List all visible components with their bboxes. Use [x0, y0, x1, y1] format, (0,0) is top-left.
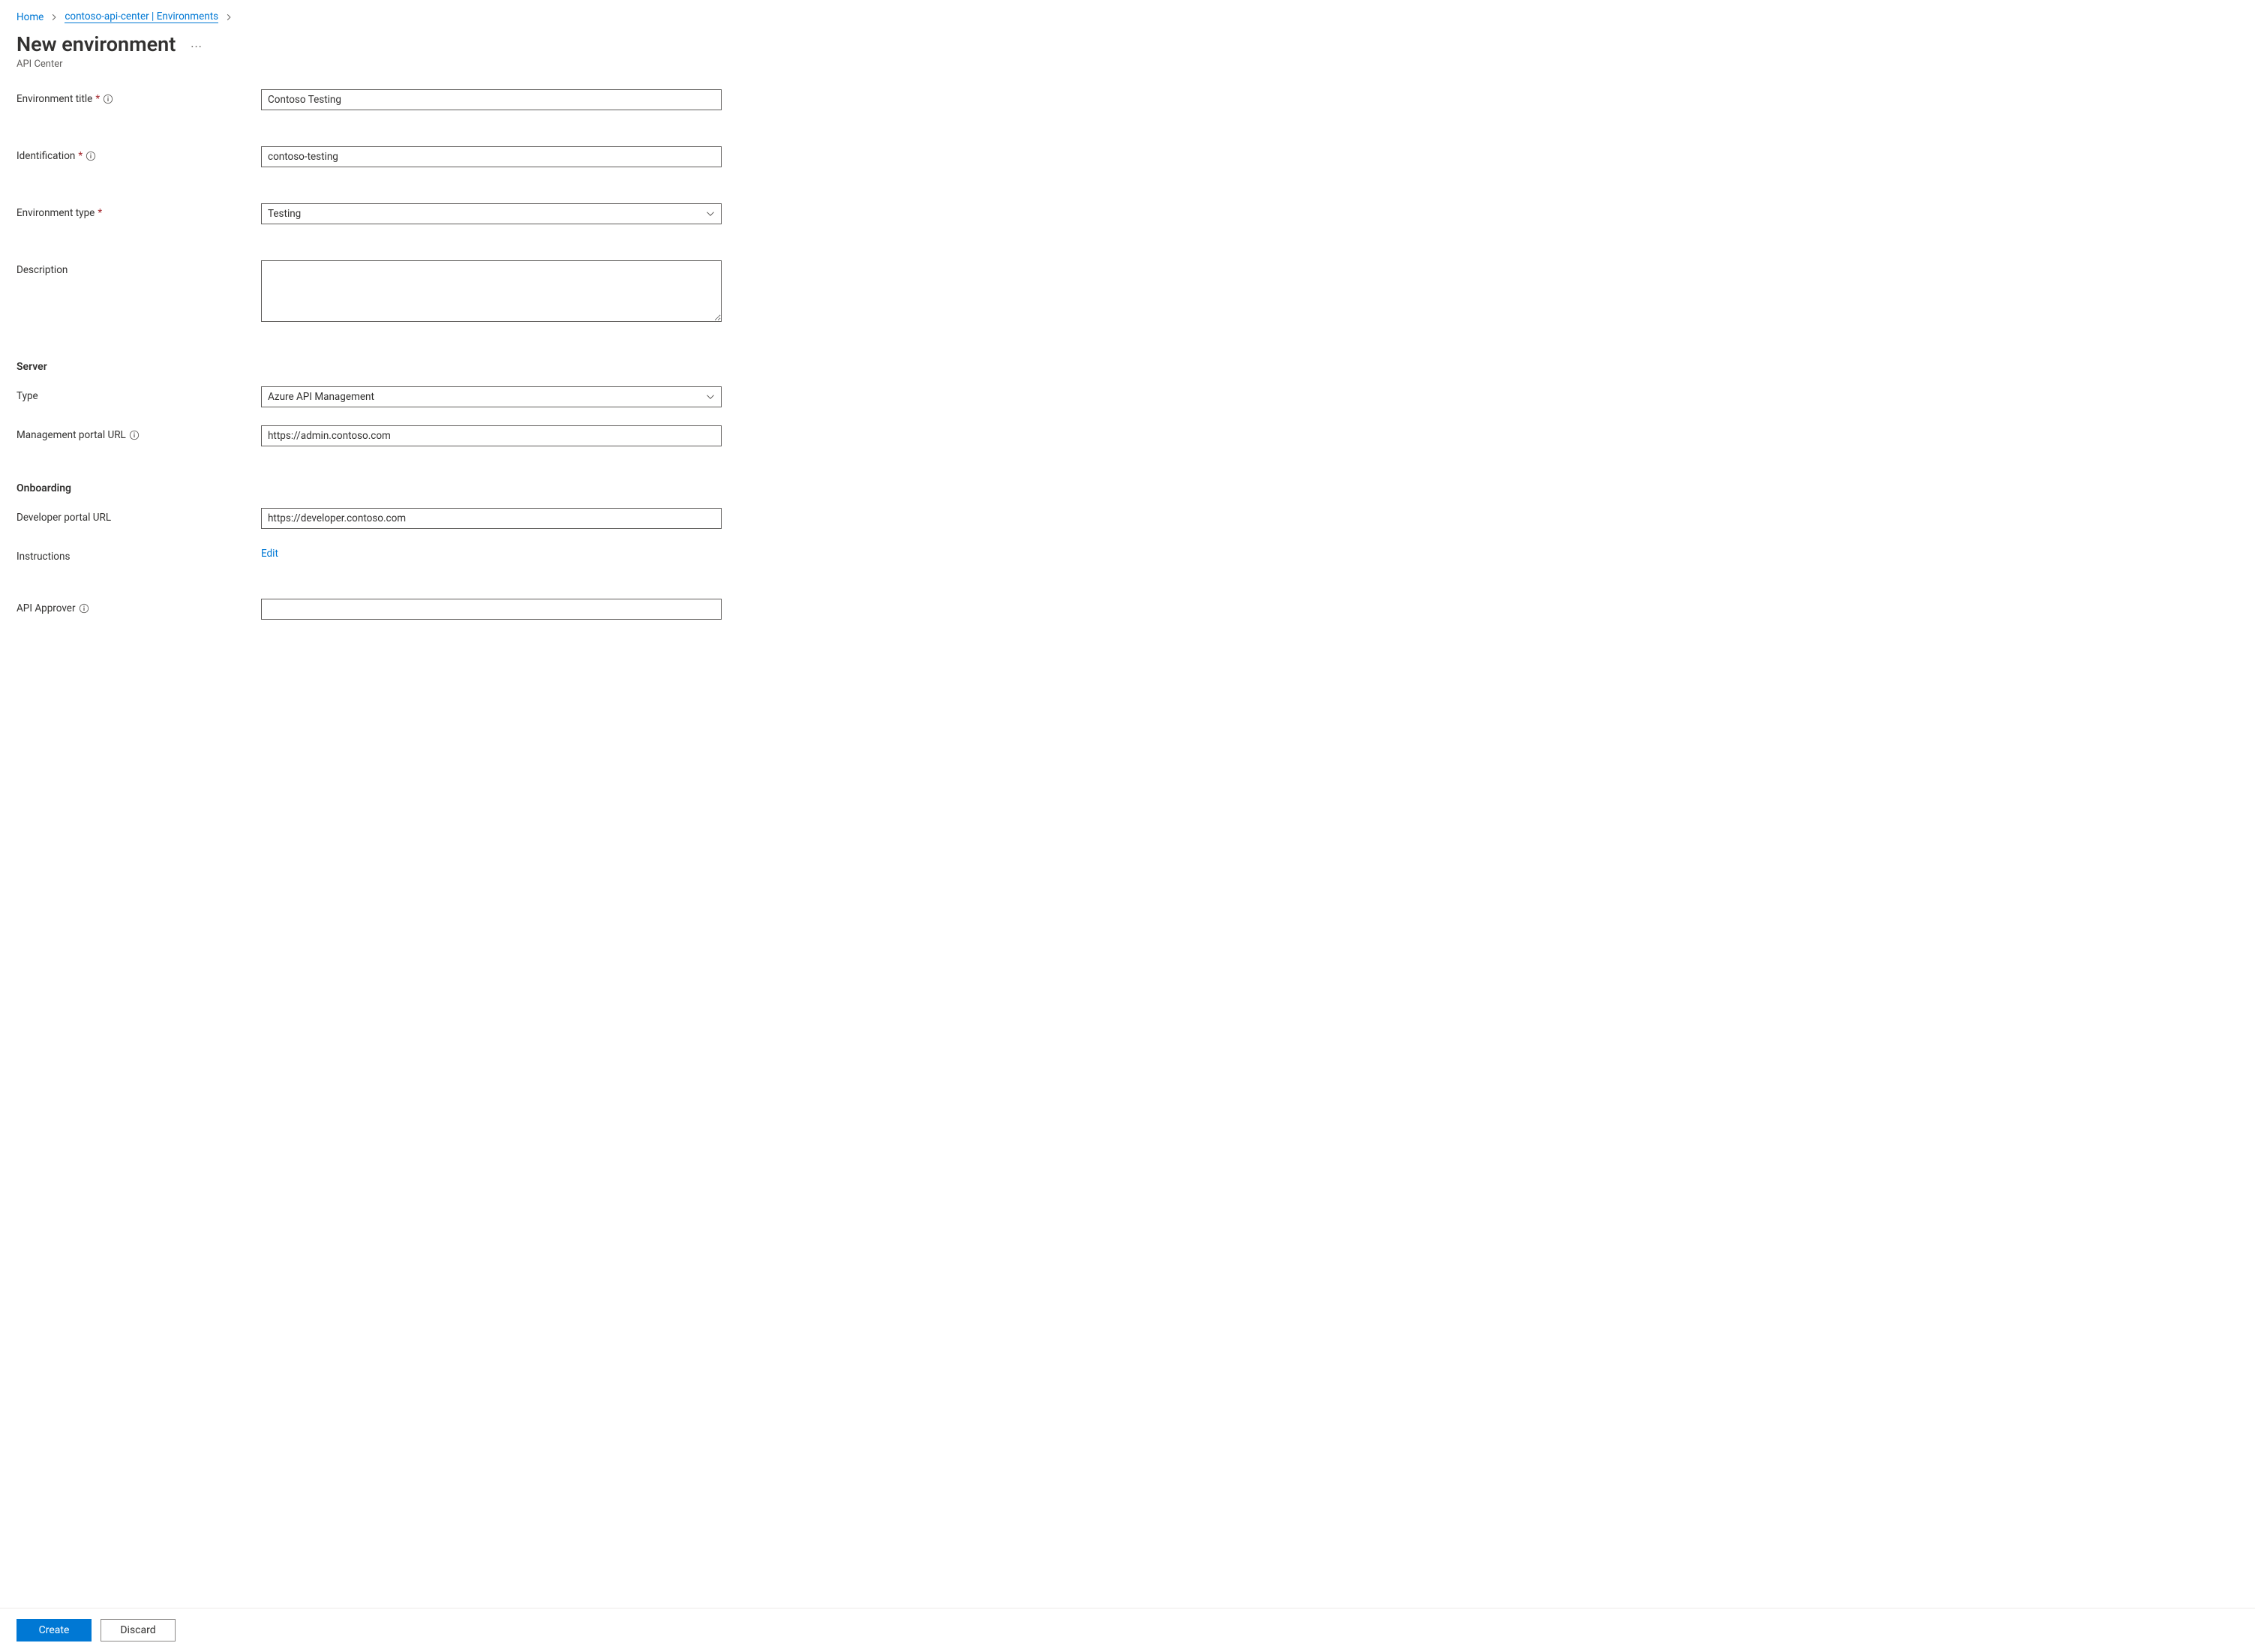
info-icon[interactable]	[103, 94, 113, 104]
api-approver-label: API Approver	[17, 599, 261, 614]
footer-actions: Create Discard	[0, 1608, 2255, 1652]
discard-button[interactable]: Discard	[101, 1619, 176, 1641]
create-button[interactable]: Create	[17, 1619, 92, 1641]
management-portal-url-input[interactable]	[261, 425, 722, 446]
environment-title-input[interactable]	[261, 89, 722, 110]
developer-portal-url-label: Developer portal URL	[17, 508, 261, 524]
info-icon[interactable]	[86, 151, 96, 161]
identification-label: Identification *	[17, 146, 261, 162]
description-label: Description	[17, 260, 261, 276]
description-textarea[interactable]	[261, 260, 722, 322]
server-type-select[interactable]: Azure API Management	[261, 386, 722, 407]
more-actions-button[interactable]: ···	[191, 40, 203, 54]
server-type-label: Type	[17, 386, 261, 402]
required-indicator: *	[78, 150, 83, 162]
page-subtitle: API Center	[17, 59, 2238, 70]
chevron-right-icon	[225, 14, 233, 21]
instructions-edit-link[interactable]: Edit	[261, 547, 278, 560]
required-indicator: *	[98, 207, 102, 219]
breadcrumb-resource[interactable]: contoso-api-center | Environments	[65, 11, 218, 23]
identification-input[interactable]	[261, 146, 722, 167]
chevron-down-icon	[706, 209, 715, 218]
environment-type-select[interactable]: Testing	[261, 203, 722, 224]
server-section-title: Server	[17, 361, 737, 373]
chevron-right-icon	[50, 14, 58, 21]
environment-type-value: Testing	[268, 208, 301, 220]
info-icon[interactable]	[129, 430, 140, 440]
server-type-value: Azure API Management	[268, 391, 374, 403]
api-approver-input[interactable]	[261, 599, 722, 620]
chevron-down-icon	[706, 392, 715, 401]
breadcrumb-home[interactable]: Home	[17, 11, 44, 23]
info-icon[interactable]	[79, 603, 89, 614]
instructions-label: Instructions	[17, 547, 261, 563]
onboarding-section-title: Onboarding	[17, 482, 737, 494]
page-title: New environment	[17, 32, 176, 56]
breadcrumb: Home contoso-api-center | Environments	[17, 11, 2238, 23]
environment-type-label: Environment type *	[17, 203, 261, 219]
management-portal-url-label: Management portal URL	[17, 425, 261, 441]
developer-portal-url-input[interactable]	[261, 508, 722, 529]
environment-title-label: Environment title *	[17, 89, 261, 105]
required-indicator: *	[95, 93, 100, 105]
